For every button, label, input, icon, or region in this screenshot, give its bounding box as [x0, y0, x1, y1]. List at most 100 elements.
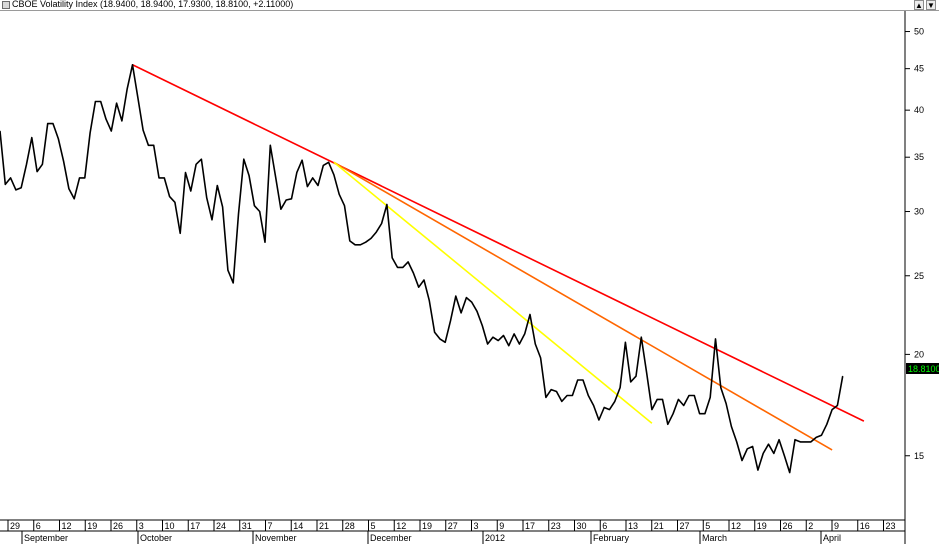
- data-point: [508, 345, 510, 347]
- data-point: [201, 158, 202, 160]
- data-point: [333, 174, 335, 176]
- data-point: [428, 300, 430, 301]
- x-tick-label-21: 23: [551, 521, 561, 531]
- data-point: [31, 137, 33, 139]
- data-point: [238, 213, 239, 215]
- data-point: [587, 395, 589, 396]
- data-point: [370, 237, 372, 239]
- data-point: [73, 198, 75, 200]
- data-point: [349, 240, 351, 242]
- x-tick-label-0: 29: [10, 521, 20, 531]
- data-point: [662, 399, 663, 400]
- y-axis: 50 45 40 35 30 25 20 15: [905, 27, 924, 461]
- data-point: [148, 144, 149, 146]
- x-tick-label-12: 21: [319, 521, 329, 531]
- month-label-7: April: [823, 533, 841, 543]
- data-point: [805, 441, 806, 443]
- data-point: [572, 395, 573, 396]
- data-point: [248, 175, 250, 177]
- data-point: [375, 231, 377, 233]
- data-point: [784, 455, 785, 457]
- x-tick-label-7: 17: [190, 521, 200, 531]
- data-point: [545, 397, 547, 398]
- data-point: [614, 401, 616, 402]
- data-point: [725, 403, 727, 404]
- data-point: [497, 340, 499, 341]
- data-point: [26, 163, 27, 165]
- data-point: [529, 314, 531, 315]
- x-axis: 29 6 12 19 26 3 10 17 24 31 7 14 21 28 5 12 19 27 3 9 17 23 30…: [7, 520, 896, 544]
- x-tick-label-17: 27: [448, 521, 458, 531]
- data-point: [635, 375, 637, 377]
- x-tick-label-22: 30: [577, 521, 587, 531]
- data-point: [158, 177, 160, 179]
- data-point: [704, 413, 706, 415]
- month-label-1: October: [140, 533, 172, 543]
- data-point: [815, 437, 817, 438]
- data-point: [439, 338, 441, 340]
- data-point: [450, 320, 451, 322]
- data-point: [524, 333, 526, 335]
- data-point: [222, 206, 224, 208]
- data-point: [163, 177, 165, 179]
- data-point: [211, 219, 213, 221]
- x-tick-label-34: 23: [886, 521, 896, 531]
- x-tick-label-33: 16: [860, 521, 870, 531]
- scroll-down-button[interactable]: ▼: [926, 0, 936, 10]
- window-titlebar: CBOE Volatility Index (18.9400, 18.9400,…: [0, 0, 939, 11]
- data-point: [672, 413, 674, 415]
- data-point: [423, 279, 425, 281]
- data-point: [519, 343, 520, 345]
- x-tick-label-26: 27: [680, 521, 690, 531]
- data-point: [492, 336, 494, 338]
- data-point: [540, 357, 541, 359]
- data-point: [386, 204, 388, 205]
- data-point: [354, 244, 356, 246]
- data-point: [301, 159, 303, 161]
- data-point: [481, 325, 483, 327]
- x-tick-label-18: 3: [474, 521, 479, 531]
- data-point: [471, 301, 473, 303]
- data-point: [20, 187, 22, 189]
- data-point: [566, 395, 568, 396]
- data-point: [15, 189, 17, 191]
- last-price-label: 18.8100: [906, 363, 939, 374]
- x-tick-label-5: 3: [139, 521, 144, 531]
- data-point: [715, 338, 716, 340]
- data-point: [216, 185, 218, 186]
- data-point: [153, 144, 155, 146]
- data-point: [79, 177, 80, 179]
- data-point: [190, 190, 192, 192]
- data-point: [577, 379, 579, 381]
- data-point: [487, 343, 488, 345]
- data-point: [709, 397, 711, 398]
- data-point: [678, 399, 679, 400]
- data-point: [179, 232, 181, 234]
- data-point: [36, 171, 38, 172]
- data-point: [105, 118, 107, 120]
- month-label-0: September: [24, 533, 68, 543]
- data-point: [68, 188, 70, 190]
- data-point: [121, 120, 123, 122]
- y-tick-label-20: 20: [914, 349, 924, 359]
- data-point: [799, 441, 801, 443]
- month-label-2: November: [255, 533, 297, 543]
- data-point: [47, 123, 49, 125]
- data-point: [232, 282, 234, 284]
- data-point: [381, 223, 382, 224]
- data-point: [550, 389, 552, 390]
- data-point: [699, 413, 700, 415]
- x-tick-label-15: 12: [396, 521, 406, 531]
- x-tick-label-11: 14: [293, 521, 303, 531]
- x-tick-label-10: 7: [268, 521, 273, 531]
- scroll-up-button[interactable]: ▲: [914, 0, 924, 10]
- data-point: [556, 391, 557, 392]
- data-point: [789, 472, 791, 473]
- data-point: [338, 193, 340, 195]
- month-label-3: December: [370, 533, 412, 543]
- data-point: [582, 379, 584, 381]
- x-tick-label-20: 17: [525, 521, 535, 531]
- data-point: [174, 201, 176, 203]
- data-point: [89, 132, 91, 134]
- data-point: [63, 160, 64, 162]
